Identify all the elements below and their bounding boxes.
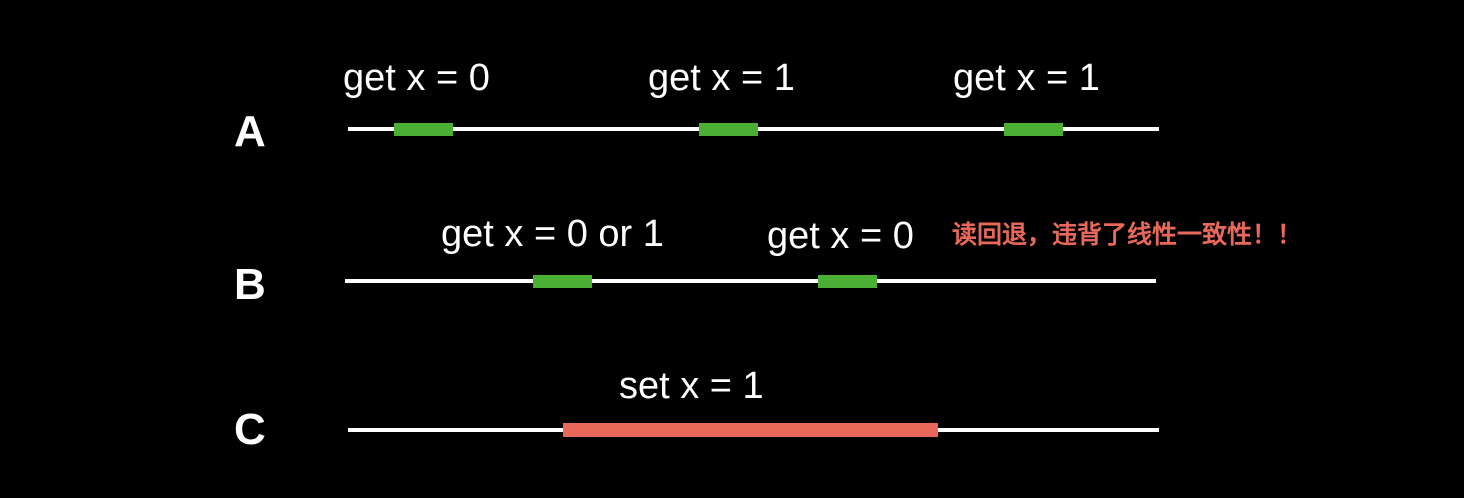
process-b-read-op-1 — [533, 275, 592, 288]
process-a-read-op-3 — [1004, 123, 1063, 136]
process-a-op-1-label: get x = 0 — [343, 57, 490, 99]
process-b-label: B — [234, 260, 266, 309]
process-b-timeline — [345, 279, 1156, 283]
process-c-write-op — [563, 423, 938, 437]
process-a-read-op-2 — [699, 123, 758, 136]
linearizability-diagram: A get x = 0 get x = 1 get x = 1 B get x … — [0, 0, 1464, 498]
process-c-op-1-label: set x = 1 — [619, 365, 764, 407]
process-a-op-3-label: get x = 1 — [953, 57, 1100, 99]
process-b-op-2-label: get x = 0 — [767, 215, 914, 257]
process-b-read-op-2 — [818, 275, 877, 288]
process-a-op-2-label: get x = 1 — [648, 57, 795, 99]
violation-note: 读回退，违背了线性一致性！！ — [952, 220, 1303, 249]
process-a-label: A — [234, 107, 266, 156]
process-b-op-1-label: get x = 0 or 1 — [441, 213, 664, 255]
process-c-label: C — [234, 405, 266, 454]
process-a-read-op-1 — [394, 123, 453, 136]
